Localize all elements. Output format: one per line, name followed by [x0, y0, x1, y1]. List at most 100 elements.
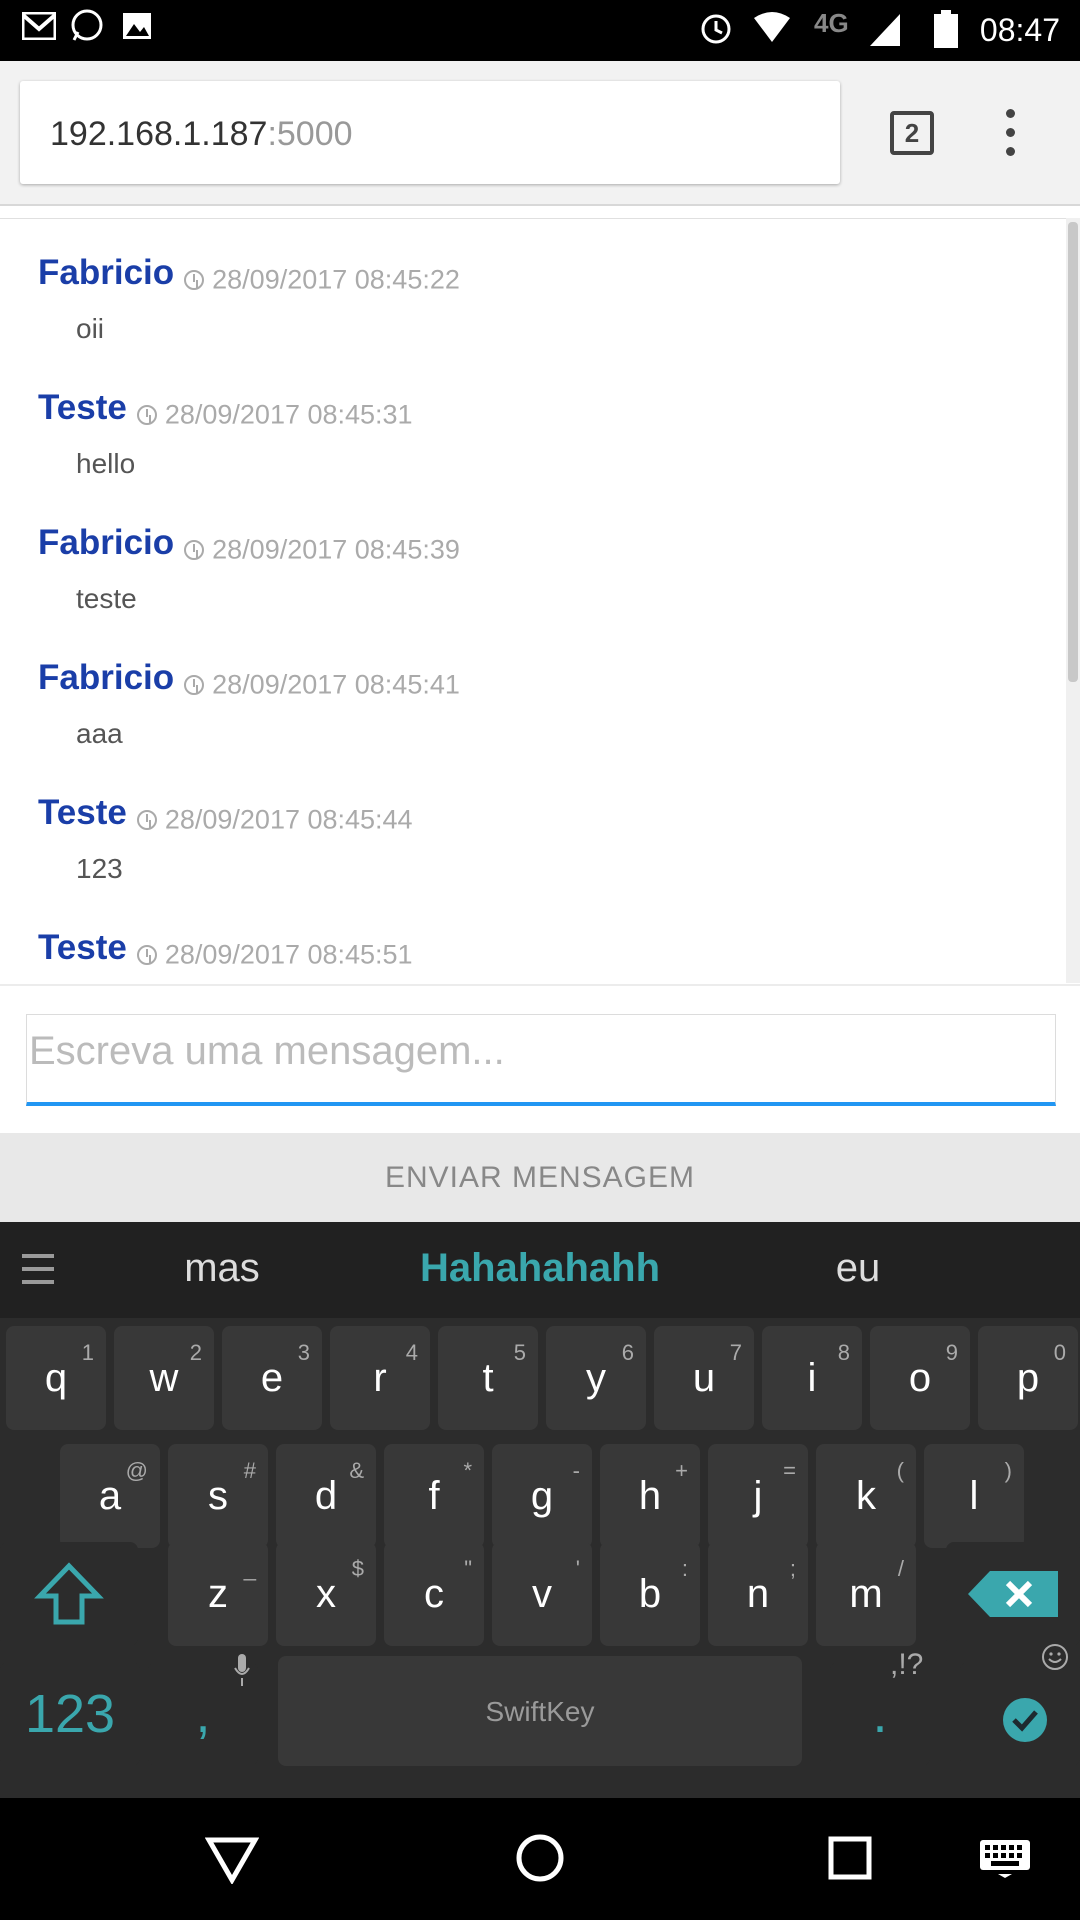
- clock-icon: [184, 539, 205, 560]
- recents-icon[interactable]: [828, 1836, 872, 1880]
- key-m[interactable]: m /: [816, 1542, 916, 1646]
- key-secondary-label: (: [896, 1458, 904, 1483]
- url-host: 192.168.1.187: [50, 115, 268, 153]
- send-message-button[interactable]: ENVIAR MENSAGEM: [0, 1133, 1080, 1222]
- browser-toolbar: 192.168.1.187:5000 2: [0, 61, 1080, 206]
- key-v[interactable]: v ': [492, 1542, 592, 1646]
- message-input[interactable]: Escreva uma mensagem...: [26, 1014, 1056, 1106]
- scrollbar[interactable]: [1066, 218, 1080, 983]
- overflow-menu-icon[interactable]: [1002, 109, 1018, 165]
- clock-icon: [184, 269, 205, 290]
- scrollbar-thumb[interactable]: [1068, 222, 1078, 682]
- message-author: Fabricio: [38, 253, 175, 292]
- keyboard-menu-icon[interactable]: [22, 1254, 54, 1284]
- period-key[interactable]: . ,!?: [830, 1648, 930, 1766]
- key-secondary-label: +: [675, 1458, 688, 1483]
- key-label: w: [149, 1356, 179, 1400]
- key-label: v: [532, 1572, 552, 1616]
- key-label: f: [428, 1474, 440, 1518]
- key-k[interactable]: k(: [816, 1444, 916, 1548]
- key-secondary-label: &: [349, 1458, 364, 1483]
- message-timestamp: 28/09/2017 08:45:41: [212, 669, 460, 700]
- key-r[interactable]: r4: [330, 1326, 430, 1430]
- message-timestamp: 28/09/2017 08:45:51: [164, 939, 413, 970]
- key-secondary-label: ): [1004, 1458, 1012, 1483]
- back-icon[interactable]: [205, 1834, 259, 1884]
- backspace-key[interactable]: [946, 1542, 1080, 1646]
- key-p[interactable]: p0: [978, 1326, 1078, 1430]
- shift-key[interactable]: [0, 1542, 138, 1646]
- key-h[interactable]: h +: [600, 1444, 700, 1548]
- wifi-icon: [754, 12, 790, 42]
- key-label: c: [424, 1572, 444, 1616]
- tab-switcher-button[interactable]: 2: [890, 111, 934, 155]
- clock-icon: [136, 944, 157, 965]
- key-secondary-label: ': [575, 1556, 580, 1581]
- key-o[interactable]: o9: [870, 1326, 970, 1430]
- key-z[interactable]: z _: [168, 1542, 268, 1646]
- key-label: h: [638, 1474, 662, 1518]
- key-l[interactable]: l): [924, 1444, 1024, 1548]
- key-y[interactable]: y6: [546, 1326, 646, 1430]
- key-secondary-label: 2: [189, 1340, 202, 1365]
- message-list[interactable]: Fabricio 28/09/2017 08:45:22 oii Teste 28/…: [0, 218, 1080, 983]
- key-secondary-label: 7: [729, 1340, 742, 1365]
- key-secondary-label: /: [897, 1556, 904, 1581]
- comma-label: ,: [195, 1684, 211, 1744]
- key-label: l: [969, 1474, 979, 1518]
- key-label: u: [692, 1356, 716, 1400]
- space-key[interactable]: SwiftKey: [278, 1656, 802, 1766]
- message-item: Teste 28/09/2017 08:45:31 hello: [38, 388, 1018, 523]
- space-brand-label: SwiftKey: [485, 1696, 595, 1727]
- address-bar[interactable]: 192.168.1.187:5000: [20, 81, 840, 184]
- image-icon: [123, 13, 151, 39]
- suggestion-left[interactable]: mas: [92, 1246, 352, 1291]
- key-label: p: [1016, 1356, 1040, 1400]
- key-b[interactable]: b:: [600, 1542, 700, 1646]
- key-e[interactable]: e3: [222, 1326, 322, 1430]
- key-u[interactable]: u7: [654, 1326, 754, 1430]
- check-icon: [1003, 1698, 1047, 1742]
- key-label: o: [908, 1356, 932, 1400]
- key-t[interactable]: t5: [438, 1326, 538, 1430]
- message-item: Teste 28/09/2017 08:45:44 123: [38, 793, 1018, 928]
- key-d[interactable]: d &: [276, 1444, 376, 1548]
- key-label: n: [746, 1572, 770, 1616]
- message-item: Teste 28/09/2017 08:45:51: [38, 928, 1018, 983]
- message-timestamp: 28/09/2017 08:45:44: [164, 804, 413, 835]
- key-secondary-label: @: [125, 1458, 148, 1483]
- comma-key[interactable]: ,: [148, 1654, 258, 1766]
- numbers-key[interactable]: 123: [0, 1662, 140, 1766]
- key-label: z: [208, 1572, 228, 1616]
- message-text: aaa: [76, 718, 123, 749]
- key-label: j: [753, 1474, 763, 1518]
- enter-key[interactable]: [960, 1644, 1080, 1766]
- key-a[interactable]: a @: [60, 1444, 160, 1548]
- message-timestamp: 28/09/2017 08:45:31: [164, 399, 413, 430]
- network-type: 4G: [814, 8, 849, 38]
- key-label: a: [98, 1474, 122, 1518]
- clock-icon: [136, 809, 157, 830]
- key-i[interactable]: i8: [762, 1326, 862, 1430]
- whatsapp-icon: [71, 9, 103, 41]
- key-s[interactable]: s #: [168, 1444, 268, 1548]
- message-text: teste: [76, 583, 137, 614]
- key-label: e: [260, 1356, 284, 1400]
- key-label: i: [807, 1356, 817, 1400]
- key-j[interactable]: j =: [708, 1444, 808, 1548]
- message-text: 123: [76, 853, 123, 884]
- gmail-icon: [22, 12, 56, 40]
- key-f[interactable]: f *: [384, 1444, 484, 1548]
- key-c[interactable]: c ": [384, 1542, 484, 1646]
- key-g[interactable]: g-: [492, 1444, 592, 1548]
- key-x[interactable]: x $: [276, 1542, 376, 1646]
- key-q[interactable]: q1: [6, 1326, 106, 1430]
- key-n[interactable]: n;: [708, 1542, 808, 1646]
- home-icon[interactable]: [514, 1832, 566, 1884]
- battery-icon: [934, 10, 958, 48]
- suggestion-right[interactable]: eu: [728, 1246, 988, 1291]
- url-text: 192.168.1.187:5000: [50, 115, 353, 154]
- keyboard-switch-icon[interactable]: [978, 1838, 1032, 1878]
- key-w[interactable]: w2: [114, 1326, 214, 1430]
- suggestion-center[interactable]: Hahahahahh: [410, 1246, 670, 1291]
